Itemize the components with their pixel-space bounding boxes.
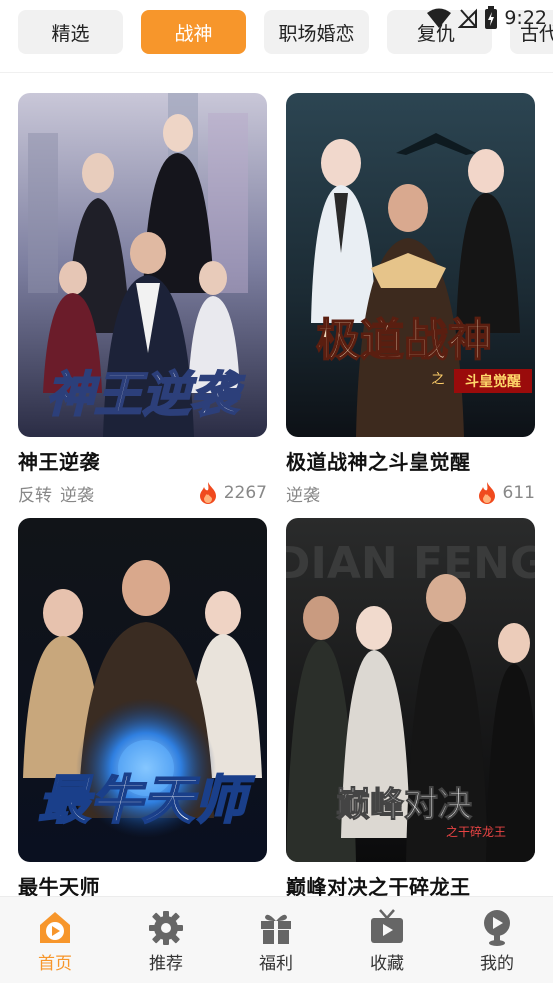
- home-play-icon: [40, 912, 70, 943]
- drama-meta: 反转 逆袭 2267: [18, 481, 267, 506]
- heat-value: 2267: [223, 483, 267, 503]
- nav-recommend[interactable]: 推荐: [116, 907, 216, 979]
- nav-favorites[interactable]: 收藏: [337, 907, 437, 979]
- tab-war-god[interactable]: 战神: [141, 10, 246, 54]
- poster-subtitle-text: 之: [431, 372, 444, 387]
- poster-title-text: 最牛天师: [38, 770, 255, 831]
- status-bar: 9:22: [426, 4, 547, 32]
- category-tabs: 精选 战神 职场婚恋 复仇 古代 9:22: [0, 0, 553, 72]
- nav-label: 收藏: [370, 954, 404, 974]
- heat-count: 2267: [198, 481, 267, 505]
- drama-card[interactable]: 极道战神 之 斗皇觉醒 极道战神之斗皇觉醒 逆袭 611: [286, 93, 535, 506]
- tag: 反转: [18, 485, 52, 506]
- app-screen: 精选 战神 职场婚恋 复仇 古代 9:22 神王逆袭 神王逆袭 反转 逆袭 22…: [0, 0, 553, 983]
- bottom-navigation: 首页 推荐 福利 收藏 我的: [0, 896, 553, 983]
- drama-poster[interactable]: 神王逆袭: [18, 93, 267, 437]
- drama-poster[interactable]: 极道战神 之 斗皇觉醒: [286, 93, 535, 437]
- gift-icon: [261, 914, 291, 944]
- nav-label: 我的: [480, 954, 514, 974]
- tv-icon: [371, 909, 403, 943]
- drama-title: 神王逆袭: [18, 450, 100, 474]
- poster-tag-text: 斗皇觉醒: [465, 373, 521, 390]
- no-signal-icon: [458, 8, 478, 28]
- tab-featured[interactable]: 精选: [18, 10, 123, 54]
- drama-card[interactable]: DIAN FENG 巅峰对决 之干碎龙王 巅峰对决之干碎龙王: [286, 518, 535, 900]
- heat-value: 611: [502, 483, 535, 503]
- poster-subtitle-text: 之干碎龙王: [446, 824, 506, 839]
- header-divider: [0, 72, 553, 73]
- drama-card[interactable]: 最牛天师 最牛天师: [18, 518, 267, 900]
- fire-icon: [199, 482, 216, 504]
- poster-title-text: 神王逆袭: [46, 367, 245, 423]
- nav-label: 福利: [259, 954, 293, 974]
- tag-list: 反转 逆袭: [18, 481, 94, 506]
- fire-icon: [478, 482, 495, 504]
- wifi-icon: [427, 8, 452, 28]
- drama-poster[interactable]: DIAN FENG 巅峰对决 之干碎龙王: [286, 518, 535, 862]
- nav-home[interactable]: 首页: [5, 907, 105, 979]
- poster-title-text: 极道战神: [316, 315, 492, 366]
- battery-charging-icon: [485, 6, 498, 29]
- tag: 逆袭: [60, 485, 94, 506]
- nav-label: 推荐: [149, 954, 183, 974]
- heat-count: 611: [477, 481, 535, 505]
- tag-list: 逆袭: [286, 481, 320, 506]
- tag: 逆袭: [286, 485, 320, 506]
- drama-card[interactable]: 神王逆袭 神王逆袭 反转 逆袭 2267: [18, 93, 267, 506]
- nav-profile[interactable]: 我的: [447, 907, 547, 979]
- drama-meta: 逆袭 611: [286, 481, 535, 506]
- nav-label: 首页: [38, 954, 72, 974]
- nav-benefits[interactable]: 福利: [226, 907, 326, 979]
- profile-icon: [484, 910, 510, 946]
- tab-workplace-romance[interactable]: 职场婚恋: [264, 10, 369, 54]
- drama-poster[interactable]: 最牛天师: [18, 518, 267, 862]
- poster-watermark-text: DIAN FENG: [286, 538, 535, 589]
- status-time: 9:22: [504, 7, 547, 29]
- poster-title-text: 巅峰对决: [336, 785, 472, 825]
- drama-title: 极道战神之斗皇觉醒: [286, 450, 471, 474]
- gear-icon: [149, 911, 183, 945]
